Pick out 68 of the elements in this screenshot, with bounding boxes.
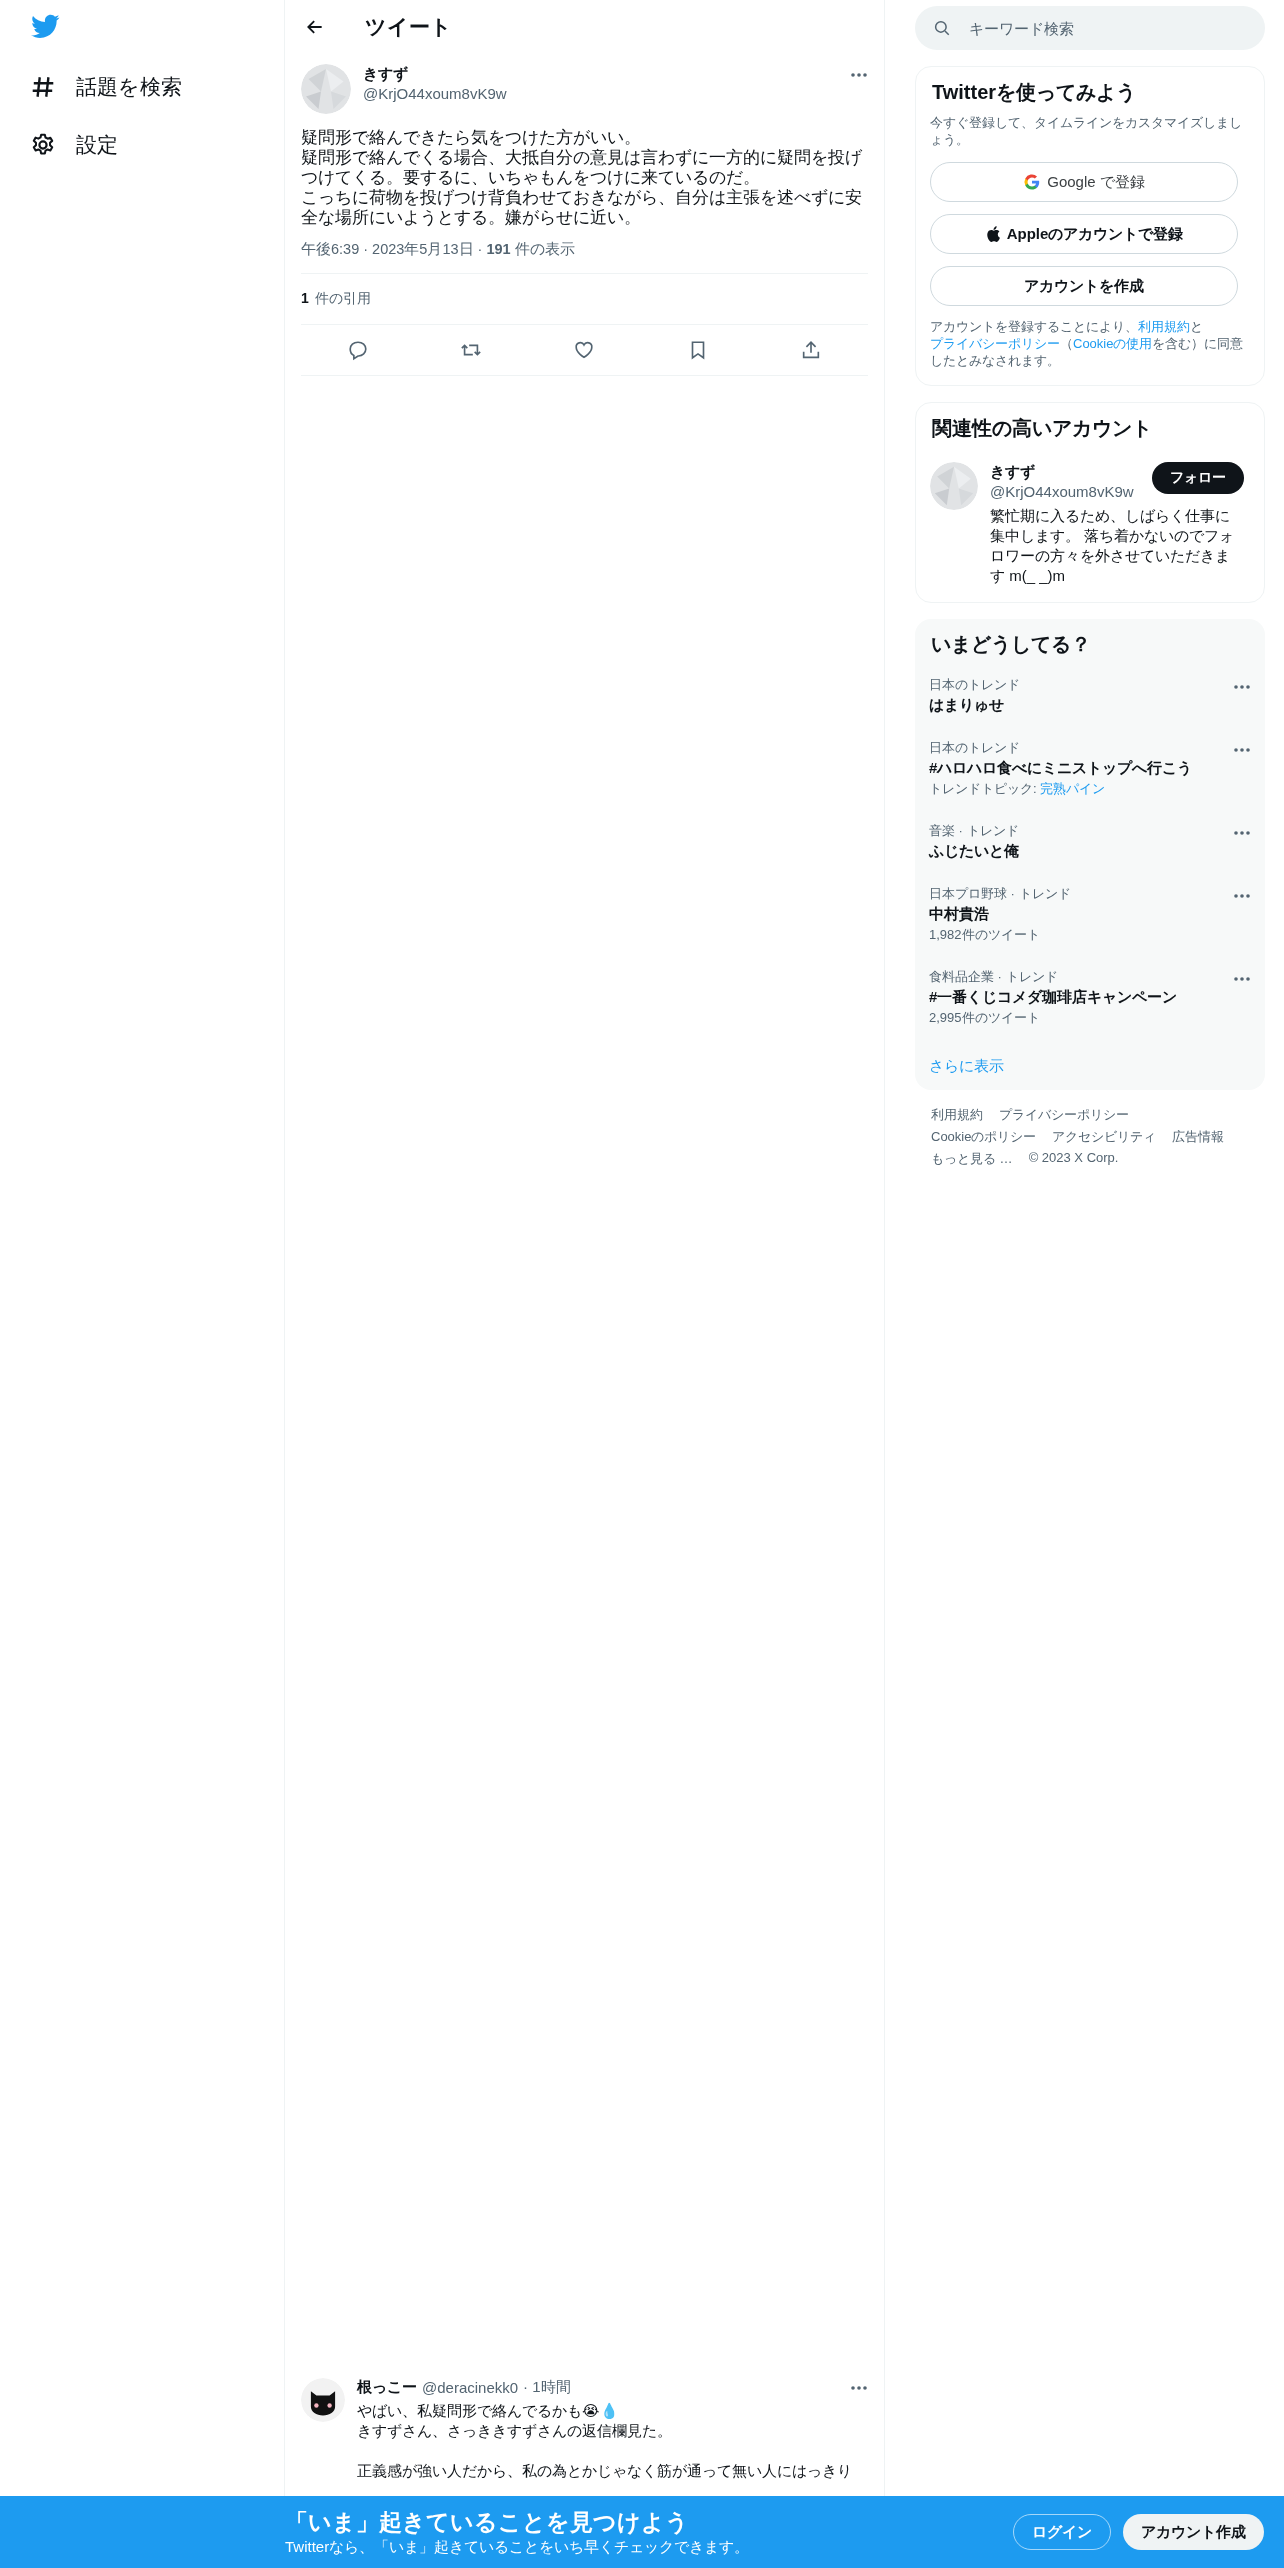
more-icon[interactable] — [1233, 747, 1251, 753]
tweet-meta: 午後6:39 · 2023年5月13日 · 191 件の表示 — [301, 240, 576, 259]
trend-category: 日本のトレンド — [929, 676, 1020, 694]
reply-text-line: きすずさん、さっききすずさんの返信欄見た。 — [357, 2421, 673, 2441]
more-icon[interactable] — [1233, 976, 1251, 982]
more-icon[interactable] — [850, 2384, 868, 2391]
reply-text-line: やばい、私疑問形で絡んでるかも😭💧 — [357, 2401, 620, 2421]
page-title: ツイート — [365, 14, 452, 40]
tweet-text: 疑問形で絡んでくる場合、大抵自分の意見は言わずに一方的に疑問を投げつけてくる。要するに、いちゃもんをつけに来ているのだ。 — [301, 148, 863, 188]
signup-button[interactable]: Appleのアカウントで登録 — [930, 214, 1238, 254]
trend-title[interactable]: #一番くじコメダ珈琲店キャンペーン — [929, 988, 1178, 1007]
timestamp[interactable]: · 1時間 — [523, 2378, 571, 2397]
more-icon[interactable] — [1233, 893, 1251, 899]
trend-meta: 2,995件のツイート — [929, 1009, 1041, 1027]
trend-category: 音楽 · トレンド — [929, 822, 1019, 840]
tweet-text: 疑問形で絡んできたら気をつけた方がいい。 — [301, 128, 641, 148]
trend-category: 日本プロ野球 · トレンド — [929, 885, 1071, 903]
footer-link[interactable]: 利用規約 — [931, 1106, 983, 1124]
footer-link[interactable]: 広告情報 — [1172, 1128, 1225, 1146]
footer-link[interactable]: プライバシーポリシー — [999, 1106, 1129, 1124]
search-field[interactable]: キーワード検索 — [915, 6, 1265, 50]
more-icon[interactable] — [1233, 684, 1251, 690]
card-title: Twitterを使ってみよう — [932, 80, 1138, 105]
footer-link[interactable]: アクセシビリティ — [1052, 1128, 1157, 1146]
trend-meta: トレンドトピック: 完熟パイン — [929, 780, 1107, 798]
trend-title[interactable]: はまりゅせ — [929, 696, 1020, 715]
user-handle[interactable]: @deracinekk0 — [422, 2379, 519, 2396]
terms-notice: アカウントを登録することにより、利用規約 と プライバシーポリシー（Cookieの使用を含む）に同意したとみなされます。 — [930, 318, 1245, 369]
trend-category: 日本のトレンド — [929, 739, 1021, 757]
apple-icon — [984, 225, 1001, 243]
trend-title[interactable]: #ハロハロ食べにミニストップへ行こう — [929, 759, 1193, 778]
footer-link[interactable]: Cookieのポリシー — [931, 1128, 1037, 1146]
trend-title[interactable]: ふじたいと俺 — [929, 842, 1019, 861]
follow-button[interactable]: フォロー — [1152, 462, 1244, 494]
user-name[interactable]: きすず — [363, 64, 838, 84]
user-handle[interactable]: @KrjO44xoum8vK9w — [363, 84, 838, 104]
signup-button[interactable]: アカウント作成 — [1123, 2514, 1264, 2550]
more-icon[interactable] — [850, 72, 868, 78]
reply-text-line: 正義感が強い人だから、私の為とかじゃなく筋が通って無い人にはっきり — [357, 2461, 853, 2481]
footer-link[interactable]: もっと見る … — [931, 1150, 1013, 1168]
bird-logo-icon[interactable] — [30, 14, 60, 40]
user-name[interactable]: きすず — [990, 462, 1152, 482]
card-title: 関連性の高いアカウント — [932, 416, 1153, 441]
reply-icon[interactable] — [346, 339, 369, 361]
trend-category: 食料品企業 · トレンド — [929, 968, 1059, 986]
trend-meta: 1,982件のツイート — [929, 926, 1041, 944]
nav-link[interactable]: 話題を検索 — [30, 58, 182, 116]
more-icon[interactable] — [1233, 830, 1251, 836]
user-bio: 繁忙期に入るため、しばらく仕事に集中します。 落ち着かないのでフォロワーの方々を外させていただきます m(_ _)m — [990, 506, 1236, 586]
banner-subtitle: Twitterなら、「いま」起きていることをいち早くチェックできます。 — [285, 2538, 750, 2557]
trend-title[interactable]: 中村貴浩 — [929, 905, 1071, 924]
quote-label[interactable]: 件の引用 — [314, 290, 371, 308]
like-icon[interactable] — [573, 339, 596, 361]
nav-link[interactable]: 設定 — [30, 116, 118, 174]
user-name[interactable]: 根っこー — [357, 2378, 417, 2397]
card-subtitle: 今すぐ登録して、タイムラインをカスタマイズしましょう。 — [930, 114, 1243, 148]
avatar[interactable] — [301, 2378, 345, 2422]
signup-button[interactable]: Google で登録 — [930, 162, 1238, 202]
card-title: いまどうしてる？ — [931, 632, 1092, 657]
copyright: © 2023 X Corp. — [1028, 1150, 1119, 1167]
hashtag-icon — [30, 74, 56, 100]
banner-title: 「いま」起きていることを見つけよう — [285, 2508, 690, 2537]
signup-button[interactable]: アカウントを作成 — [930, 266, 1238, 306]
user-handle[interactable]: @KrjO44xoum8vK9w — [990, 482, 1152, 502]
search-icon — [933, 19, 951, 37]
tweet-text: こっちに荷物を投げつけ背負わせておきながら、自分は主張を述べずに安全な場所にいようとする。嫌がらせに近い。 — [301, 188, 863, 228]
quote-count[interactable]: 1 — [301, 290, 309, 308]
google-g-icon — [1023, 173, 1042, 191]
